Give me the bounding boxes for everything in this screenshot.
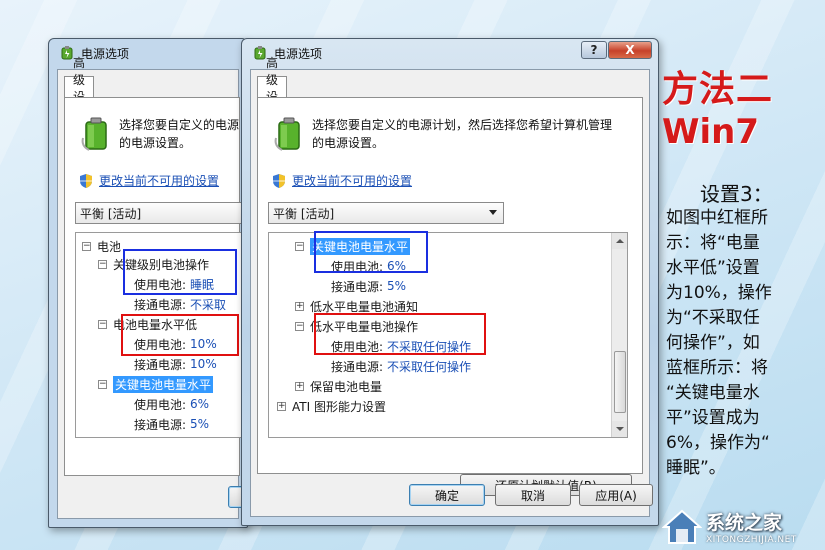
change-unavailable-settings-link[interactable]: 更改当前不可用的设置	[292, 172, 412, 189]
tree-item-plugged-in[interactable]: 接通电源: 10%	[134, 355, 217, 373]
tree-item-critical-level[interactable]: − 关键电池电量水平	[98, 375, 214, 393]
change-unavailable-settings-link[interactable]: 更改当前不可用的设置	[99, 172, 219, 189]
scroll-thumb[interactable]	[614, 351, 626, 413]
plan-dropdown[interactable]: 平衡 [活动]	[268, 202, 504, 224]
method-title: 方法二	[662, 69, 774, 110]
house-logo-icon	[662, 509, 702, 544]
collapse-icon[interactable]: −	[98, 259, 107, 269]
collapse-icon[interactable]: −	[82, 241, 91, 251]
tree-item-plugged-in[interactable]: 接通电源: 5%	[331, 277, 406, 295]
tree-item-reserve[interactable]: + 保留电池电量	[295, 377, 382, 395]
tree-scrollbar[interactable]	[611, 233, 627, 437]
red-highlight-box	[314, 313, 486, 355]
scroll-down-arrow-icon[interactable]	[612, 421, 627, 437]
tree-item-plugged-in[interactable]: 接通电源: 5%	[134, 415, 209, 433]
expand-icon[interactable]: +	[295, 301, 304, 311]
expand-icon[interactable]: +	[295, 381, 304, 391]
chevron-down-icon[interactable]	[489, 210, 497, 215]
collapse-icon[interactable]: −	[295, 321, 304, 331]
apply-button[interactable]: 应用(A)	[579, 484, 653, 506]
description: 选择您要自定义的电源 的电源设置。	[119, 118, 240, 150]
change-settings-row: 更改当前不可用的设置	[79, 172, 219, 189]
blue-highlight-box	[314, 231, 428, 273]
description: 选择您要自定义的电源计划，然后选择您希望计算机管理 的电源设置。	[312, 118, 613, 150]
blue-highlight-box	[123, 249, 237, 295]
uac-shield-icon	[273, 173, 285, 188]
step-instructions: 如图中红框所 示：将“电量 水平低”设置 为10%，操作 为“不采取任 何操作”…	[666, 208, 772, 478]
front-settings-panel: 选择您要自定义的电源计划，然后选择您希望计算机管理 的电源设置。 更改当前不可用…	[257, 97, 643, 496]
tree-item-on-battery[interactable]: 使用电池: 6%	[134, 395, 209, 413]
tree-item-plugged-in[interactable]: 接通电源: 不采取	[134, 295, 226, 313]
window-controls: ? X	[581, 41, 652, 59]
front-power-options-window: 电源选项 ? X 高级设置 选择您要自定义的电源计划，然后选择您希望计算机管理 …	[241, 38, 659, 526]
front-client-area: 高级设置 选择您要自定义的电源计划，然后选择您希望计算机管理 的电源设置。 更改…	[250, 56, 653, 517]
tree-item-battery[interactable]: − 电池	[82, 237, 121, 255]
back-power-options-window: 电源选项 高级设置 选择您要自定义的电源 的电源设置。	[48, 38, 275, 528]
collapse-icon[interactable]: −	[98, 379, 107, 389]
battery-icon	[274, 117, 300, 151]
os-title: Win7	[662, 112, 760, 152]
tab-advanced-settings[interactable]: 高级设置	[257, 56, 288, 121]
collapse-icon[interactable]: −	[295, 241, 304, 251]
red-highlight-box	[121, 314, 239, 356]
tree-item-plugged-in[interactable]: 接通电源: 不采取任何操作	[331, 357, 471, 375]
scroll-up-arrow-icon[interactable]	[612, 233, 627, 249]
tree-item-ati[interactable]: + ATI 图形能力设置	[277, 397, 386, 415]
collapse-icon[interactable]: −	[98, 319, 107, 329]
window-title: 电源选项	[81, 46, 130, 61]
battery-icon	[81, 117, 107, 151]
ok-button[interactable]: 确定	[409, 484, 485, 506]
change-settings-row: 更改当前不可用的设置	[272, 172, 412, 189]
watermark: 系统之家 XITONGZHIJIA.NET	[662, 508, 797, 545]
tab-advanced-settings[interactable]: 高级设置	[64, 56, 95, 121]
expand-icon[interactable]: +	[277, 401, 286, 411]
help-button[interactable]: ?	[581, 41, 607, 59]
step-title: 设置3：	[700, 182, 773, 206]
close-button[interactable]: X	[608, 41, 652, 59]
cancel-button[interactable]: 取消	[495, 484, 571, 506]
uac-shield-icon	[80, 173, 92, 188]
window-title: 电源选项	[274, 46, 323, 61]
